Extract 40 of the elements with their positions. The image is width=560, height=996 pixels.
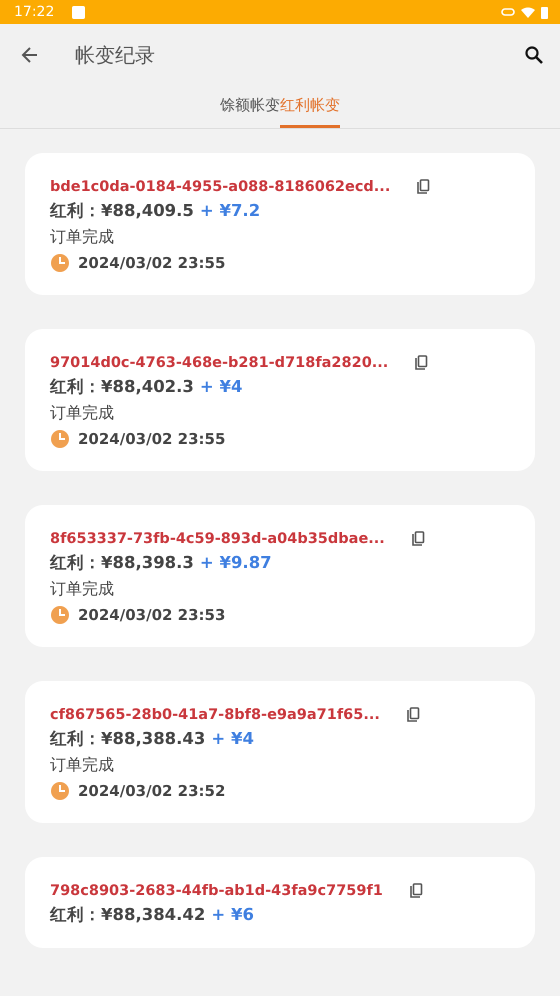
clock-icon [50, 429, 70, 449]
status-time: 17:22 [14, 4, 54, 20]
copy-icon[interactable] [414, 355, 428, 371]
bonus-change: + ¥7.2 [200, 201, 260, 220]
bonus-change: + ¥6 [211, 905, 254, 924]
copy-icon[interactable] [416, 179, 430, 195]
order-id: 798c8903-2683-44fb-ab1d-43fa9c7759f1 [50, 883, 383, 899]
clock-icon [50, 253, 70, 273]
back-icon[interactable] [20, 45, 40, 65]
link-icon [501, 8, 515, 16]
bonus-balance: 红利：¥88,388.43 [50, 728, 206, 750]
copy-icon[interactable] [406, 707, 420, 723]
wifi-icon [521, 6, 535, 18]
order-id: cf867565-28b0-41a7-8bf8-e9a9a71f65... [50, 707, 380, 723]
tab[interactable]: 馀额帐变 [220, 86, 280, 128]
page-title: 帐变纪录 [75, 42, 155, 68]
battery-icon [541, 6, 548, 18]
copy-icon[interactable] [408, 883, 423, 899]
bonus-change: + ¥9.87 [200, 553, 272, 572]
order-id: bde1c0da-0184-4955-a088-8186062ecd... [50, 179, 390, 195]
record-time: 2024/03/02 23:52 [78, 782, 226, 800]
order-status: 订单完成 [50, 403, 115, 424]
bonus-balance: 红利：¥88,398.3 [50, 552, 194, 574]
bonus-balance: 红利：¥88,409.5 [50, 200, 194, 222]
copy-icon[interactable] [410, 531, 425, 547]
order-id: 97014d0c-4763-468e-b281-d718fa2820... [50, 355, 388, 371]
clock-icon [50, 605, 70, 625]
order-id: 8f653337-73fb-4c59-893d-a04b35dbae... [50, 531, 385, 547]
order-status: 订单完成 [50, 227, 115, 248]
bonus-change: + ¥4 [200, 377, 242, 396]
bonus-balance: 红利：¥88,384.42 [50, 904, 206, 926]
bonus-balance: 红利：¥88,402.3 [50, 376, 194, 398]
bonus-change: + ¥4 [211, 729, 254, 748]
record-time: 2024/03/02 23:53 [78, 606, 226, 624]
record-time: 2024/03/02 23:55 [78, 254, 226, 272]
record-time: 2024/03/02 23:55 [78, 430, 226, 448]
order-status: 订单完成 [50, 755, 115, 776]
order-status: 订单完成 [50, 579, 115, 600]
clock-icon [50, 781, 70, 801]
search-icon[interactable] [524, 45, 544, 65]
